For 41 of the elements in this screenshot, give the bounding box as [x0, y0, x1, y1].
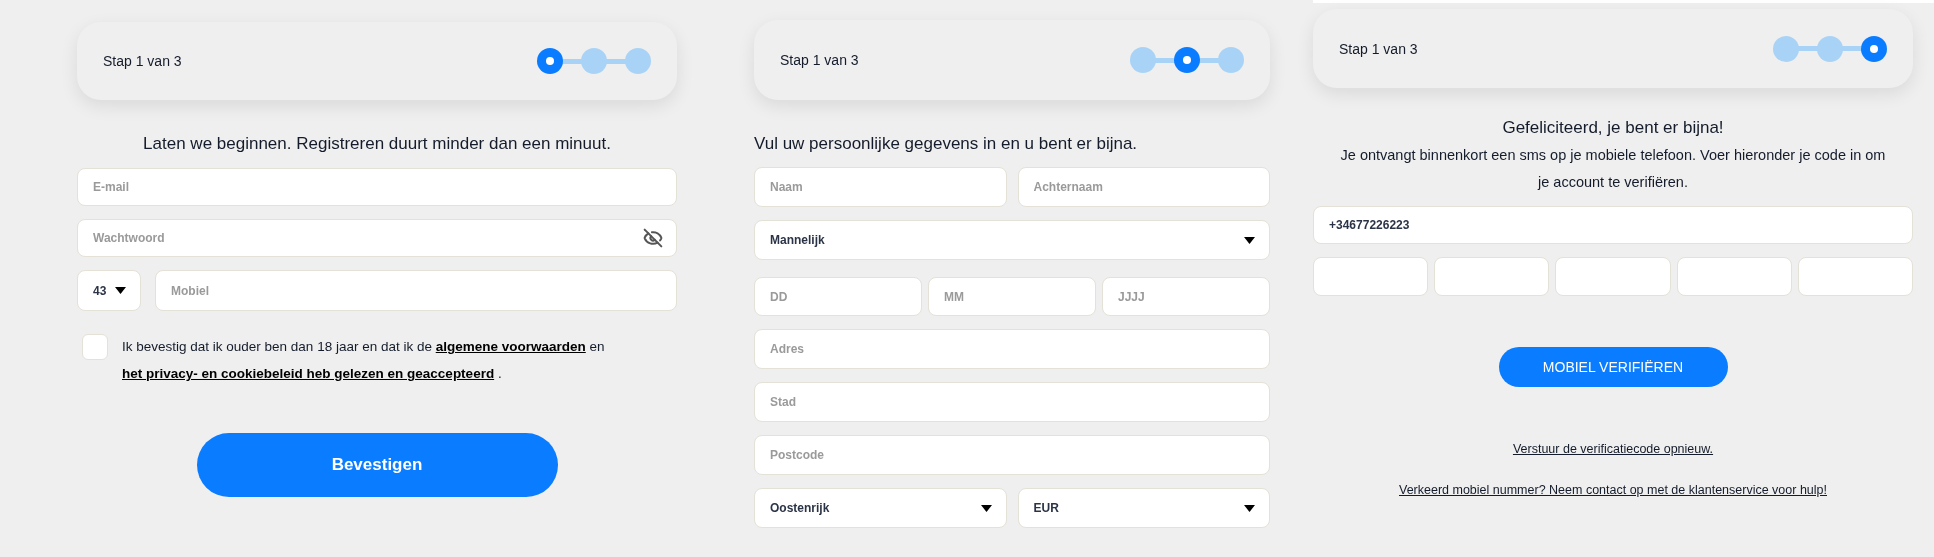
code-field[interactable] — [1434, 257, 1550, 296]
email-field[interactable]: E-mail — [77, 168, 677, 206]
code-field[interactable] — [1555, 257, 1671, 296]
heading: Laten we beginnen. Registreren duurt minder dan een minuut. — [142, 134, 612, 154]
input-field[interactable]: MM — [928, 277, 1096, 316]
input-field[interactable]: Stad — [754, 382, 1270, 422]
phone-field[interactable]: +34677226223 — [1313, 206, 1913, 244]
code-field[interactable] — [1313, 257, 1429, 296]
input-field[interactable]: JJJJ — [1102, 277, 1270, 316]
checkbox[interactable] — [82, 334, 108, 360]
dropdown[interactable]: EUR — [1017, 488, 1270, 528]
mobile-field[interactable]: Mobiel — [155, 270, 677, 311]
dropdown[interactable]: Mannelijk — [754, 220, 1270, 260]
caret-icon — [115, 287, 126, 294]
caret-icon — [1244, 236, 1255, 244]
input-field[interactable]: DD — [754, 277, 922, 316]
text-link[interactable]: Verstuur de verificatiecode opnieuw. — [1512, 442, 1714, 456]
step-label: Stap 1 van 3 — [1339, 40, 1418, 57]
text-link[interactable]: Verkeerd mobiel nummer? Neem contact op met de klantenservice voor hulp! — [1399, 483, 1827, 497]
verify-button[interactable]: MOBIEL VERIFIËREN — [1498, 347, 1728, 387]
caret-icon — [980, 504, 992, 512]
step-label: Stap 1 van 3 — [103, 53, 182, 69]
input-field[interactable]: Adres — [754, 329, 1270, 369]
consent-link[interactable]: het privacy- en cookiebeleid heb gelezen en geaccepteerd — [122, 366, 495, 381]
consent-text: Ik bevestig dat ik ouder ben dan 18 jaar en dat ik de algemene voorwaarden en het privacy- en cookiebeleid heb gelezen en geaccepteerd . — [122, 338, 606, 383]
password-field[interactable]: Wachtwoord — [77, 219, 677, 257]
input-field[interactable]: Naam — [754, 167, 1007, 207]
code-field[interactable] — [1676, 257, 1792, 296]
consent-link[interactable]: algemene voorwaarden — [435, 339, 586, 354]
confirm-button[interactable]: Bevestigen — [196, 433, 558, 497]
heading: Vul uw persoonlijke gegevens in en u bent er bijna. — [754, 134, 1139, 154]
eye-off-icon[interactable] — [643, 228, 663, 248]
caret-icon — [1244, 504, 1255, 512]
dropdown[interactable]: 43 — [77, 270, 141, 311]
input-field[interactable]: Postcode — [754, 435, 1270, 475]
input-field[interactable]: Achternaam — [1017, 167, 1270, 207]
message: Je ontvangt binnenkort een sms op je mobiele telefoon. Voer hieronder je code in om je account te verifiëren. — [1339, 146, 1887, 192]
dropdown[interactable]: Oostenrijk — [754, 488, 1007, 528]
step-label: Stap 1 van 3 — [780, 52, 859, 68]
code-field[interactable] — [1797, 257, 1913, 296]
heading: Gefeliciteerd, je bent er bijna! — [1501, 118, 1725, 138]
